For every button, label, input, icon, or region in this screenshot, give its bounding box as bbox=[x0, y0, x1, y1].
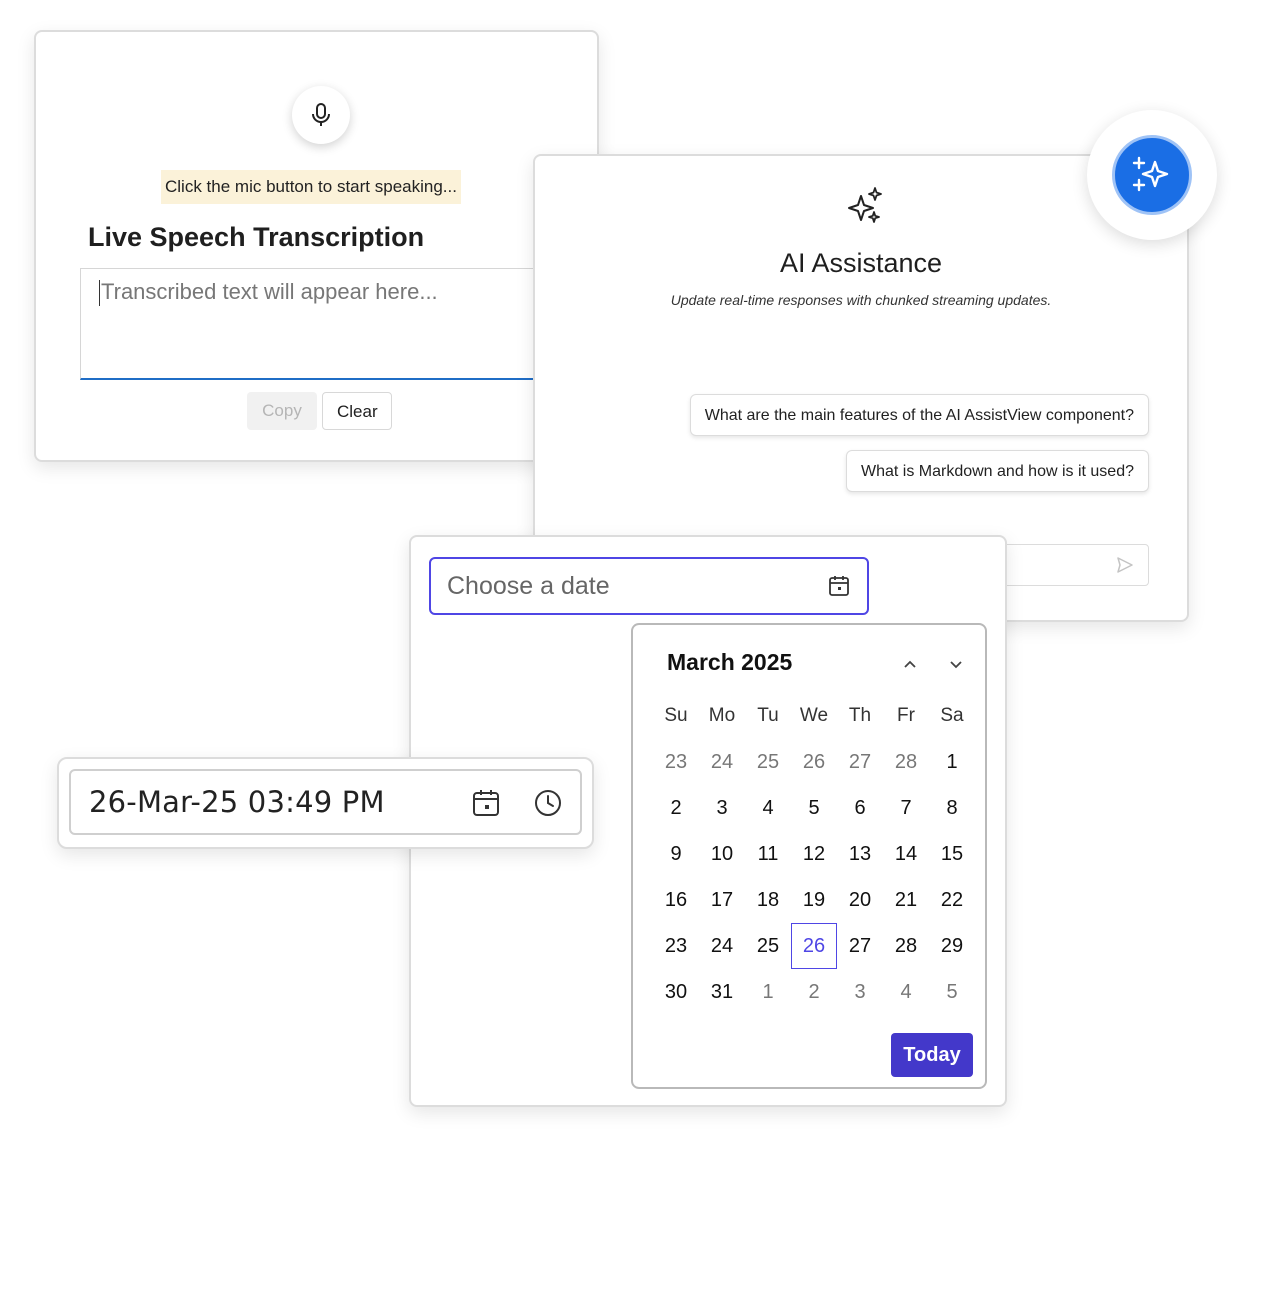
date-input-placeholder: Choose a date bbox=[447, 572, 610, 600]
calendar-day[interactable]: 1 bbox=[745, 969, 791, 1015]
calendar-day[interactable]: 17 bbox=[699, 877, 745, 923]
calendar-day[interactable]: 22 bbox=[929, 877, 975, 923]
calendar-day[interactable]: 1 bbox=[929, 739, 975, 785]
calendar-day[interactable]: 27 bbox=[837, 923, 883, 969]
calendar-month-title[interactable]: March 2025 bbox=[667, 649, 792, 676]
datetime-picker-card: 26-Mar-25 03:49 PM bbox=[57, 757, 594, 849]
calendar-day[interactable]: 5 bbox=[791, 785, 837, 831]
calendar-day[interactable]: 2 bbox=[791, 969, 837, 1015]
calendar-day[interactable]: 15 bbox=[929, 831, 975, 877]
calendar-icon[interactable] bbox=[471, 788, 501, 818]
ai-subtitle: Update real-time responses with chunked … bbox=[670, 292, 1052, 308]
weekday-header: Mo bbox=[708, 705, 736, 726]
copy-button[interactable]: Copy bbox=[247, 392, 317, 430]
calendar-day[interactable]: 14 bbox=[883, 831, 929, 877]
calendar-day[interactable]: 30 bbox=[653, 969, 699, 1015]
weekday-header: Tu bbox=[757, 705, 779, 726]
calendar-day-selected[interactable]: 26 bbox=[791, 923, 837, 969]
send-icon[interactable] bbox=[1116, 556, 1134, 574]
today-button[interactable]: Today bbox=[891, 1033, 973, 1077]
weekday-header: Fr bbox=[897, 705, 915, 726]
calendar-day[interactable]: 13 bbox=[837, 831, 883, 877]
calendar-day[interactable]: 12 bbox=[791, 831, 837, 877]
calendar-day[interactable]: 31 bbox=[699, 969, 745, 1015]
text-caret bbox=[99, 280, 100, 307]
calendar-day[interactable]: 20 bbox=[837, 877, 883, 923]
calendar-day[interactable]: 9 bbox=[653, 831, 699, 877]
calendar-day[interactable]: 25 bbox=[745, 923, 791, 969]
ai-assist-fab-button[interactable] bbox=[1112, 135, 1192, 215]
chevron-down-icon[interactable] bbox=[945, 653, 967, 675]
calendar-day[interactable]: 8 bbox=[929, 785, 975, 831]
calendar-day[interactable]: 18 bbox=[745, 877, 791, 923]
mic-hint: Click the mic button to start speaking..… bbox=[161, 170, 461, 204]
calendar-day[interactable]: 29 bbox=[929, 923, 975, 969]
calendar-day[interactable]: 16 bbox=[653, 877, 699, 923]
calendar-day[interactable]: 4 bbox=[745, 785, 791, 831]
calendar-day[interactable]: 3 bbox=[837, 969, 883, 1015]
calendar-day[interactable]: 27 bbox=[837, 739, 883, 785]
speech-title: Live Speech Transcription bbox=[88, 222, 425, 252]
calendar-grid: Su Mo Tu We Th Fr Sa 23 24 25 26 27 28 1 2 3 4 5 6 7 8 9 10 11 1… bbox=[653, 693, 975, 1015]
calendar-day[interactable]: 6 bbox=[837, 785, 883, 831]
chevron-up-icon[interactable] bbox=[899, 653, 921, 675]
sparkle-icon bbox=[1132, 156, 1169, 192]
datetime-input[interactable]: 26-Mar-25 03:49 PM bbox=[69, 769, 582, 835]
speech-transcription-card: Click the mic button to start speaking..… bbox=[34, 30, 599, 462]
transcript-placeholder: Transcribed text will appear here... bbox=[101, 279, 438, 304]
calendar-day[interactable]: 24 bbox=[699, 739, 745, 785]
calendar-day[interactable]: 25 bbox=[745, 739, 791, 785]
mic-button[interactable] bbox=[292, 86, 350, 144]
calendar-day[interactable]: 23 bbox=[653, 739, 699, 785]
weekday-header: Th bbox=[848, 705, 872, 726]
calendar-day[interactable]: 28 bbox=[883, 739, 929, 785]
calendar-day[interactable]: 2 bbox=[653, 785, 699, 831]
weekday-header: Su bbox=[664, 705, 688, 726]
calendar-day[interactable]: 7 bbox=[883, 785, 929, 831]
calendar-icon[interactable] bbox=[827, 574, 851, 598]
calendar-day[interactable]: 23 bbox=[653, 923, 699, 969]
datetime-value: 26-Mar-25 03:49 PM bbox=[89, 785, 385, 819]
calendar-day[interactable]: 4 bbox=[883, 969, 929, 1015]
calendar-day[interactable]: 19 bbox=[791, 877, 837, 923]
ai-fab-container bbox=[1087, 110, 1217, 240]
suggestion-chip[interactable]: What are the main features of the AI Ass… bbox=[689, 394, 1149, 436]
calendar-day[interactable]: 3 bbox=[699, 785, 745, 831]
calendar-day[interactable]: 26 bbox=[791, 739, 837, 785]
calendar-day[interactable]: 5 bbox=[929, 969, 975, 1015]
microphone-icon bbox=[312, 103, 330, 126]
calendar-day[interactable]: 11 bbox=[745, 831, 791, 877]
sparkle-icon bbox=[848, 187, 882, 223]
ai-title: AI Assistance bbox=[779, 248, 943, 278]
calendar-day[interactable]: 28 bbox=[883, 923, 929, 969]
calendar-day[interactable]: 10 bbox=[699, 831, 745, 877]
clear-button[interactable]: Clear bbox=[322, 392, 392, 430]
calendar-popup: March 2025 Su Mo Tu We Th Fr Sa 23 24 25 26 27 28 1 2 3… bbox=[631, 623, 987, 1089]
clock-icon[interactable] bbox=[533, 788, 563, 818]
weekday-header: We bbox=[799, 705, 829, 726]
calendar-day[interactable]: 21 bbox=[883, 877, 929, 923]
date-input[interactable]: Choose a date bbox=[429, 557, 869, 615]
suggestion-chip[interactable]: What is Markdown and how is it used? bbox=[845, 450, 1149, 492]
transcript-textarea[interactable]: Transcribed text will appear here... bbox=[80, 268, 540, 380]
calendar-day[interactable]: 24 bbox=[699, 923, 745, 969]
weekday-header: Sa bbox=[940, 705, 964, 726]
